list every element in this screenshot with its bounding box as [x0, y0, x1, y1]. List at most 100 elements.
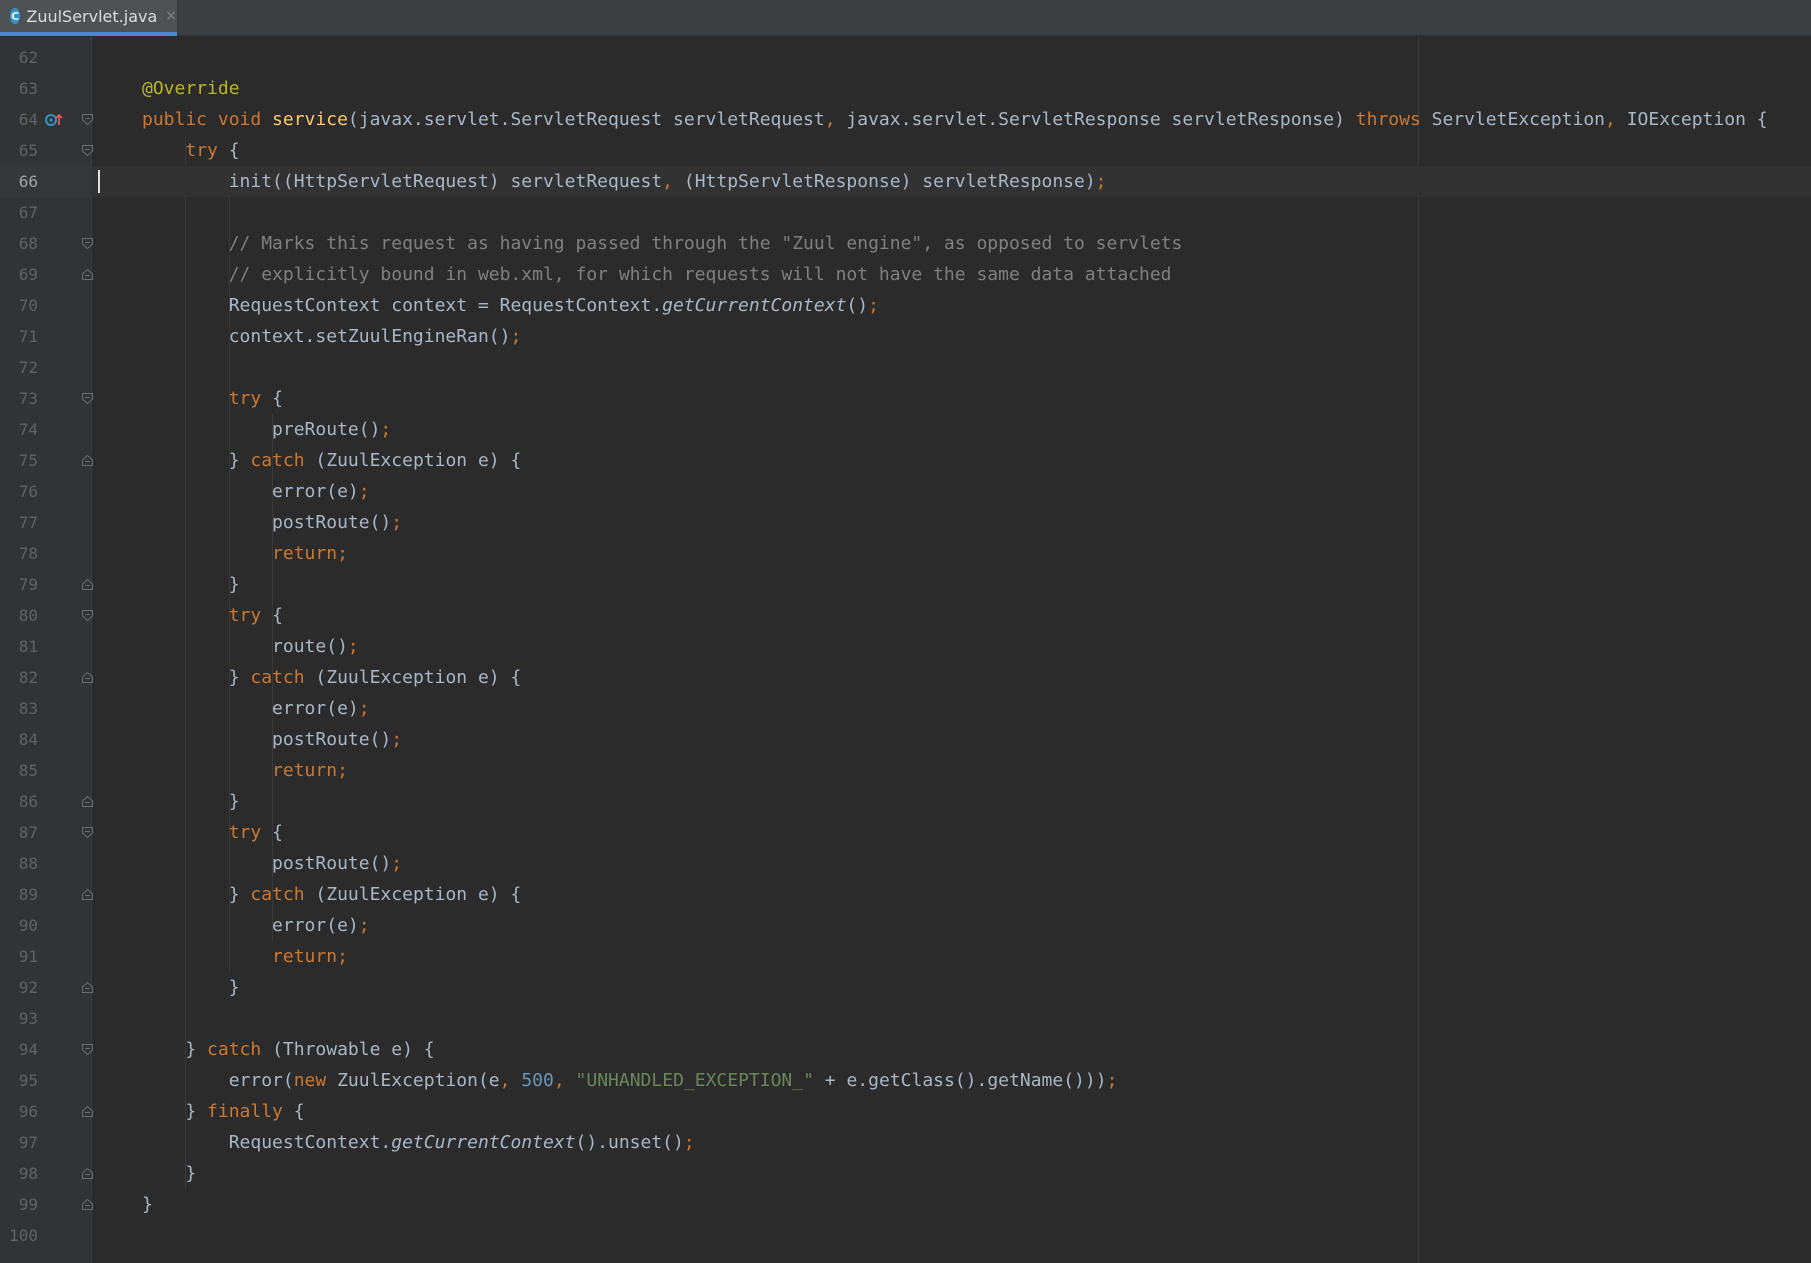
code-text[interactable]: } catch (ZuulException e) { — [142, 879, 522, 910]
code-line[interactable]: 95 error(new ZuulException(e, 500, "UNHA… — [0, 1065, 1811, 1096]
code-text[interactable]: RequestContext context = RequestContext.… — [142, 290, 879, 321]
code-line[interactable]: 66 init((HttpServletRequest) servletRequ… — [0, 166, 1811, 197]
fold-expand-icon[interactable] — [82, 1044, 93, 1055]
code-line[interactable]: 68 // Marks this request as having passe… — [0, 228, 1811, 259]
code-text[interactable]: return; — [142, 755, 348, 786]
fold-collapse-icon[interactable] — [82, 579, 93, 590]
code-line[interactable]: 91 return; — [0, 941, 1811, 972]
code-line[interactable]: 93 — [0, 1003, 1811, 1034]
code-text[interactable]: } catch (ZuulException e) { — [142, 445, 522, 476]
code-text[interactable]: postRoute(); — [142, 507, 402, 538]
code-line[interactable]: 75 } catch (ZuulException e) { — [0, 445, 1811, 476]
fold-expand-icon[interactable] — [82, 145, 93, 156]
code-line[interactable]: 84 postRoute(); — [0, 724, 1811, 755]
code-line[interactable]: 92 } — [0, 972, 1811, 1003]
code-text[interactable]: preRoute(); — [142, 414, 391, 445]
code-line[interactable]: 65 try { — [0, 135, 1811, 166]
code-line[interactable]: 99} — [0, 1189, 1811, 1220]
code-text[interactable]: // Marks this request as having passed t… — [142, 228, 1183, 259]
fold-expand-icon[interactable] — [82, 610, 93, 621]
code-line[interactable]: 96 } finally { — [0, 1096, 1811, 1127]
code-line[interactable]: 78 return; — [0, 538, 1811, 569]
code-line[interactable]: 67 — [0, 197, 1811, 228]
code-text[interactable]: RequestContext.getCurrentContext().unset… — [142, 1127, 695, 1158]
code-line[interactable]: 83 error(e); — [0, 693, 1811, 724]
code-text[interactable]: public void service(javax.servlet.Servle… — [142, 104, 1768, 135]
fold-collapse-icon[interactable] — [82, 889, 93, 900]
line-number: 89 — [18, 885, 38, 904]
code-line[interactable]: 79 } — [0, 569, 1811, 600]
code-line[interactable]: 97 RequestContext.getCurrentContext().un… — [0, 1127, 1811, 1158]
code-text[interactable]: error(e); — [142, 476, 370, 507]
code-line[interactable]: 77 postRoute(); — [0, 507, 1811, 538]
code-line[interactable]: 88 postRoute(); — [0, 848, 1811, 879]
fold-collapse-icon[interactable] — [82, 1199, 93, 1210]
gutter-cell: 74 — [0, 414, 91, 445]
code-line[interactable]: 81 route(); — [0, 631, 1811, 662]
code-line[interactable]: 64 public void service(javax.servlet.Serv… — [0, 104, 1811, 135]
code-text[interactable]: try { — [142, 135, 239, 166]
code-text[interactable]: // explicitly bound in web.xml, for whic… — [142, 259, 1172, 290]
code-text[interactable]: } — [142, 786, 240, 817]
code-text[interactable]: } catch (ZuulException e) { — [142, 662, 522, 693]
fold-expand-icon[interactable] — [82, 393, 93, 404]
code-text[interactable]: } — [142, 1158, 196, 1189]
code-text[interactable]: route(); — [142, 631, 359, 662]
code-line[interactable]: 80 try { — [0, 600, 1811, 631]
code-text[interactable]: postRoute(); — [142, 848, 402, 879]
code-line[interactable]: 94 } catch (Throwable e) { — [0, 1034, 1811, 1065]
code-text[interactable]: context.setZuulEngineRan(); — [142, 321, 522, 352]
fold-collapse-icon[interactable] — [82, 455, 93, 466]
code-line[interactable]: 87 try { — [0, 817, 1811, 848]
fold-collapse-icon[interactable] — [82, 796, 93, 807]
code-text[interactable]: return; — [142, 941, 348, 972]
code-text[interactable]: } finally { — [142, 1096, 304, 1127]
code-line[interactable]: 74 preRoute(); — [0, 414, 1811, 445]
tab-label: ZuulServlet.java — [26, 6, 158, 26]
code-text[interactable]: } catch (Throwable e) { — [142, 1034, 434, 1065]
code-editor[interactable]: 62 63 @Override 64 public void service(javax… — [0, 37, 1811, 1263]
code-line[interactable]: 71 context.setZuulEngineRan(); — [0, 321, 1811, 352]
close-icon[interactable]: × — [165, 8, 177, 24]
fold-expand-icon[interactable] — [82, 238, 93, 249]
code-line[interactable]: 62 — [0, 42, 1811, 73]
tab-zuulservlet-java[interactable]: C ZuulServlet.java × — [0, 0, 177, 36]
code-line[interactable]: 98 } — [0, 1158, 1811, 1189]
code-line[interactable]: 85 return; — [0, 755, 1811, 786]
code-text[interactable]: } — [142, 569, 240, 600]
code-text[interactable]: } — [142, 1189, 153, 1220]
code-text[interactable]: @Override — [142, 73, 240, 104]
fold-collapse-icon[interactable] — [82, 672, 93, 683]
override-method-icon[interactable] — [44, 112, 64, 128]
code-line[interactable]: 100 — [0, 1220, 1811, 1251]
code-line[interactable]: 90 error(e); — [0, 910, 1811, 941]
code-text[interactable]: postRoute(); — [142, 724, 402, 755]
code-text[interactable]: try { — [142, 600, 283, 631]
code-line[interactable]: 70 RequestContext context = RequestConte… — [0, 290, 1811, 321]
code-text[interactable]: try { — [142, 383, 283, 414]
code-line[interactable]: 73 try { — [0, 383, 1811, 414]
code-line[interactable]: 89 } catch (ZuulException e) { — [0, 879, 1811, 910]
fold-expand-icon[interactable] — [82, 827, 93, 838]
code-text[interactable]: error(e); — [142, 910, 370, 941]
code-text[interactable]: } — [142, 972, 240, 1003]
code-text[interactable]: error(new ZuulException(e, 500, "UNHANDL… — [142, 1065, 1118, 1096]
code-line[interactable]: 76 error(e); — [0, 476, 1811, 507]
line-number: 92 — [18, 978, 38, 997]
code-text[interactable]: try { — [142, 817, 283, 848]
code-line[interactable]: 82 } catch (ZuulException e) { — [0, 662, 1811, 693]
code-text[interactable]: init((HttpServletRequest) servletRequest… — [142, 166, 1107, 197]
code-text[interactable]: return; — [142, 538, 348, 569]
gutter-cell: 99 — [0, 1189, 93, 1220]
code-text[interactable]: error(e); — [142, 693, 370, 724]
fold-expand-icon[interactable] — [82, 114, 93, 125]
fold-collapse-icon[interactable] — [82, 269, 93, 280]
code-line[interactable]: 69 // explicitly bound in web.xml, for w… — [0, 259, 1811, 290]
code-line[interactable]: 72 — [0, 352, 1811, 383]
code-line[interactable]: 63 @Override — [0, 73, 1811, 104]
fold-collapse-icon[interactable] — [82, 1168, 93, 1179]
code-line[interactable]: 86 } — [0, 786, 1811, 817]
line-number: 74 — [18, 420, 38, 439]
fold-collapse-icon[interactable] — [82, 982, 93, 993]
fold-collapse-icon[interactable] — [82, 1106, 93, 1117]
